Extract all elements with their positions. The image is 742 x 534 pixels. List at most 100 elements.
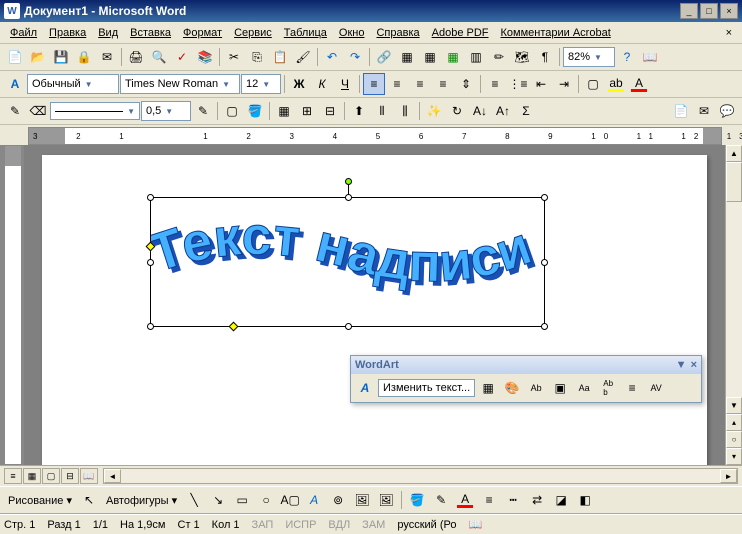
outline-view-button[interactable]: ⊟ — [61, 468, 79, 484]
line-style-button[interactable]: ≡ — [478, 489, 500, 511]
italic-button[interactable]: К — [311, 73, 333, 95]
line-width-combo[interactable]: 0,5 ▼ — [141, 101, 191, 121]
bold-button[interactable]: Ж — [288, 73, 310, 95]
textbox-button[interactable]: A▢ — [279, 489, 301, 511]
edit-text-button[interactable]: Изменить текст... — [378, 379, 475, 397]
pdf-email-button[interactable]: ✉ — [693, 100, 715, 122]
insert-table2-button[interactable]: ▦ — [273, 100, 295, 122]
menu-doc-close[interactable]: × — [720, 25, 738, 41]
next-page-button[interactable]: ▾ — [726, 448, 742, 465]
rotate-handle[interactable] — [345, 178, 352, 185]
read-mode-button[interactable]: 📖 — [639, 46, 661, 68]
resize-handle-bm[interactable] — [345, 323, 352, 330]
autoshapes-menu[interactable]: Автофигуры ▾ — [102, 492, 181, 509]
spellcheck-button[interactable]: ✓ — [171, 46, 193, 68]
align-right-button[interactable]: ≡ — [409, 73, 431, 95]
status-ext[interactable]: ВДЛ — [328, 519, 350, 531]
sort-asc-button[interactable]: A↓ — [469, 100, 491, 122]
web-view-button[interactable]: ▦ — [23, 468, 41, 484]
menu-window[interactable]: Окно — [333, 25, 371, 41]
split-cells-button[interactable]: ⊟ — [319, 100, 341, 122]
print-button[interactable]: 🖨 — [125, 46, 147, 68]
menu-format[interactable]: Формат — [177, 25, 228, 41]
zoom-combo[interactable]: 82% ▼ — [563, 47, 615, 67]
format-wordart-button[interactable]: 🎨 — [501, 377, 523, 399]
paste-button[interactable]: 📋 — [269, 46, 291, 68]
diagram-button[interactable]: ⊚ — [327, 489, 349, 511]
insert-wordart-button[interactable]: A — [354, 377, 376, 399]
browse-object-button[interactable]: ○ — [726, 431, 742, 448]
dash-style-button[interactable]: ┅ — [502, 489, 524, 511]
resize-handle-bl[interactable] — [147, 323, 154, 330]
scroll-thumb[interactable] — [726, 162, 742, 202]
status-trk[interactable]: ИСПР — [285, 519, 316, 531]
menu-service[interactable]: Сервис — [228, 25, 278, 41]
scroll-down-button[interactable]: ▼ — [726, 397, 742, 414]
vertical-text-button[interactable]: Abb — [597, 377, 619, 399]
redo-button[interactable]: ↷ — [344, 46, 366, 68]
doc-map-button[interactable]: 🗺 — [511, 46, 533, 68]
maximize-button[interactable]: □ — [700, 3, 718, 19]
increase-indent-button[interactable]: ⇥ — [553, 73, 575, 95]
autoformat-button[interactable]: ✨ — [423, 100, 445, 122]
document-area[interactable]: Текст надписи Текст надписи — [24, 145, 725, 465]
draw-table-button[interactable]: ✎ — [4, 100, 26, 122]
vertical-ruler[interactable] — [4, 145, 22, 465]
font-color-button[interactable]: A — [628, 73, 650, 95]
merge-cells-button[interactable]: ⊞ — [296, 100, 318, 122]
arrow-style-button[interactable]: ⇄ — [526, 489, 548, 511]
format-painter-button[interactable]: 🖌 — [292, 46, 314, 68]
save-button[interactable]: 💾 — [50, 46, 72, 68]
arrow-button[interactable]: ↘ — [207, 489, 229, 511]
resize-handle-ml[interactable] — [147, 259, 154, 266]
menu-file[interactable]: Файл — [4, 25, 43, 41]
bullets-button[interactable]: ⋮≡ — [507, 73, 529, 95]
fill-color-button[interactable]: 🪣 — [406, 489, 428, 511]
email-button[interactable]: ✉ — [96, 46, 118, 68]
vertical-scrollbar[interactable]: ▲ ▼ ▴ ○ ▾ — [725, 145, 742, 465]
menu-table[interactable]: Таблица — [278, 25, 333, 41]
wordart-toolbar-title[interactable]: WordArt ▼ × — [351, 356, 701, 374]
tables-borders-button[interactable]: ▦ — [396, 46, 418, 68]
scroll-right-button[interactable]: ► — [720, 469, 737, 483]
font-combo[interactable]: Times New Roman ▼ — [120, 74, 240, 94]
wordart-gallery-button[interactable]: ▦ — [477, 377, 499, 399]
wordart-object[interactable]: Текст надписи Текст надписи — [150, 197, 545, 327]
line-style-combo[interactable]: ▼ — [50, 102, 140, 120]
preview-button[interactable]: 🔍 — [148, 46, 170, 68]
line-button[interactable]: ╲ — [183, 489, 205, 511]
drawing-menu[interactable]: Рисование ▾ — [4, 492, 76, 509]
resize-handle-mr[interactable] — [541, 259, 548, 266]
minimize-button[interactable]: _ — [680, 3, 698, 19]
wordart-align-button[interactable]: ≡ — [621, 377, 643, 399]
hyperlink-button[interactable]: 🔗 — [373, 46, 395, 68]
underline-button[interactable]: Ч — [334, 73, 356, 95]
undo-button[interactable]: ↶ — [321, 46, 343, 68]
line-color-button[interactable]: ✎ — [430, 489, 452, 511]
new-doc-button[interactable]: 📄 — [4, 46, 26, 68]
help-button[interactable]: ? — [616, 46, 638, 68]
close-button[interactable]: × — [720, 3, 738, 19]
sort-desc-button[interactable]: A↑ — [492, 100, 514, 122]
open-button[interactable]: 📂 — [27, 46, 49, 68]
same-height-button[interactable]: Aa — [573, 377, 595, 399]
insert-wordart2-button[interactable]: A — [303, 489, 325, 511]
page[interactable]: Текст надписи Текст надписи — [42, 155, 707, 465]
status-spell-icon[interactable]: 📖 — [469, 518, 483, 531]
align-left-button[interactable]: ≡ — [363, 73, 385, 95]
oval-button[interactable]: ○ — [255, 489, 277, 511]
status-rec[interactable]: ЗАП — [252, 519, 274, 531]
picture-button[interactable]: 🖼 — [375, 489, 397, 511]
style-combo[interactable]: Обычный ▼ — [27, 74, 119, 94]
scroll-up-button[interactable]: ▲ — [726, 145, 742, 162]
eraser-button[interactable]: ⌫ — [27, 100, 49, 122]
columns-button[interactable]: ▥ — [465, 46, 487, 68]
3d-button[interactable]: ◧ — [574, 489, 596, 511]
align-center-button[interactable]: ≡ — [386, 73, 408, 95]
resize-handle-tm[interactable] — [345, 194, 352, 201]
cut-button[interactable]: ✂ — [223, 46, 245, 68]
wordart-toolbar-options-icon[interactable]: ▼ — [676, 359, 687, 371]
menu-insert[interactable]: Вставка — [124, 25, 177, 41]
char-spacing-button[interactable]: AV — [645, 377, 667, 399]
styles-pane-button[interactable]: A — [4, 73, 26, 95]
